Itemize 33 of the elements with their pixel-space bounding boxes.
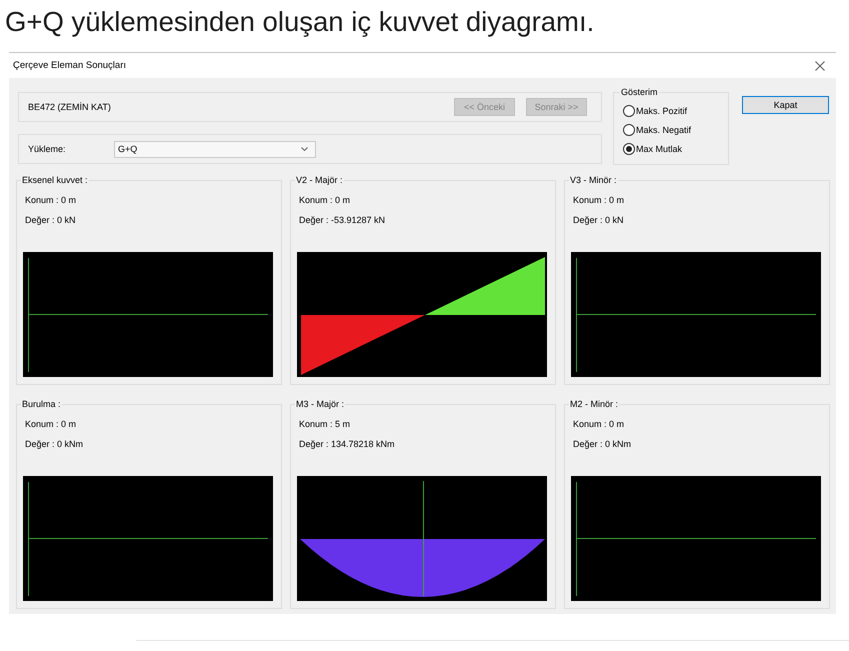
panel-title: V3 - Minör : [569, 175, 618, 186]
radio-button[interactable] [623, 142, 635, 154]
close-icon[interactable] [815, 60, 825, 70]
position-text: Konum : 0 m [299, 195, 352, 206]
radio-label[interactable]: Maks. Negatif [636, 124, 692, 134]
radio-label[interactable]: Max Mutlak [636, 144, 682, 154]
position-text: Konum : 0 m [25, 419, 78, 430]
position-text: Konum : 0 m [573, 419, 626, 430]
panel-title: Burulma : [21, 399, 62, 410]
value-text: Değer : -53.91287 kN [299, 215, 386, 226]
value-text: Değer : 0 kN [573, 215, 625, 226]
position-text: Konum : 0 m [573, 195, 626, 206]
value-text: Değer : 0 kN [25, 215, 77, 226]
chevron-down-icon [301, 147, 308, 151]
panel-title: Eksenel kuvvet : [21, 175, 89, 186]
element-label: BE472 (ZEMİN KAT) [28, 102, 111, 112]
close-button[interactable]: Kapat [742, 96, 829, 114]
radio-button[interactable] [623, 124, 635, 136]
dropdown-field[interactable]: G+Q [114, 140, 316, 158]
panel-title: M3 - Majör : [295, 399, 346, 410]
value-text: Değer : 0 kNm [25, 439, 84, 450]
value-text: Değer : 134.78218 kNm [299, 439, 396, 450]
panel-title: V2 - Majör : [295, 175, 344, 186]
position-text: Konum : 5 m [299, 419, 352, 430]
group-title: Gösterim [620, 87, 659, 98]
figure-caption: G+Q yüklemesinden oluşan iç kuvvet diyagramı. [4, 5, 596, 39]
window-title: Çerçeve Eleman Sonuçları [13, 60, 127, 71]
value-text: Değer : 0 kNm [573, 439, 632, 450]
position-text: Konum : 0 m [25, 195, 78, 206]
field-label: Yükleme: [28, 144, 67, 154]
radio-button[interactable] [623, 104, 635, 116]
panel-title: M2 - Minör : [569, 399, 620, 410]
radio-label[interactable]: Maks. Pozitif [636, 106, 688, 116]
